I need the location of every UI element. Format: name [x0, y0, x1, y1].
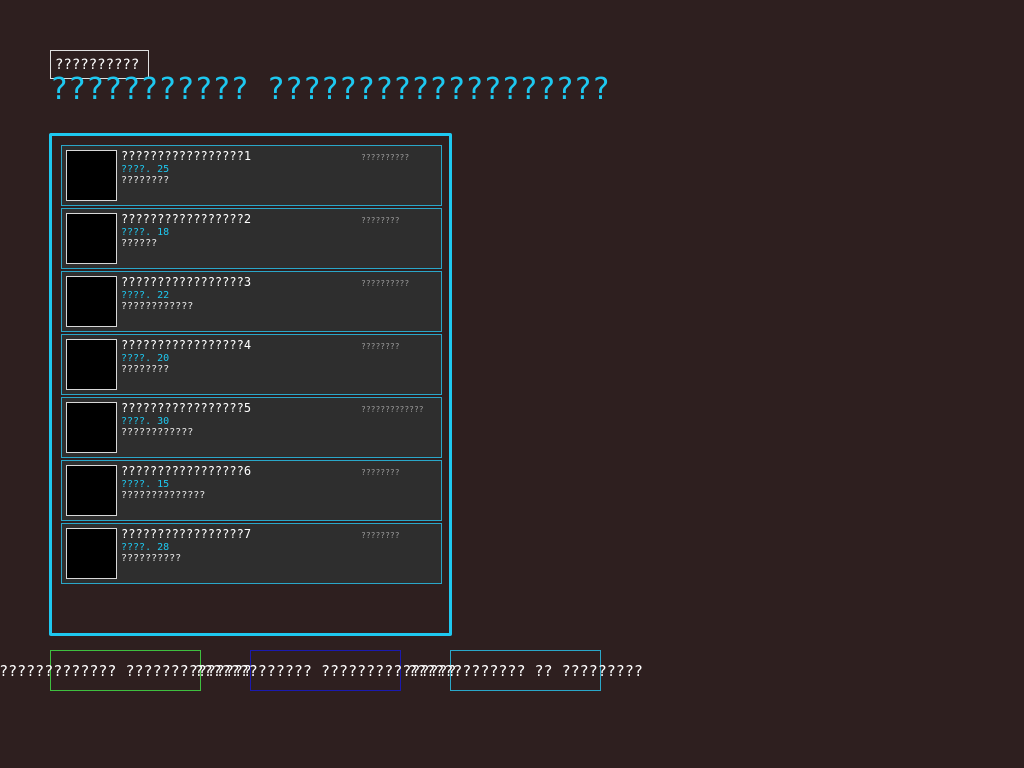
item-thumbnail [66, 528, 117, 579]
item-description: ???????? [121, 364, 170, 375]
item-thumbnail [66, 402, 117, 453]
list-item[interactable]: ?????????????????3 ????. 22 ????????????… [61, 271, 442, 332]
item-description: ???????????? [121, 301, 194, 312]
item-title: ?????????????????1 [121, 149, 252, 163]
page-title: ??????????? ??????????????????? [50, 72, 610, 107]
item-title: ?????????????????2 [121, 212, 252, 226]
item-thumbnail [66, 465, 117, 516]
item-date: ???????? [361, 342, 400, 351]
item-thumbnail [66, 150, 117, 201]
action-button-2[interactable]: ????????????? ??????????????? [195, 650, 456, 691]
item-description: ???????? [121, 175, 170, 186]
list-item[interactable]: ?????????????????5 ????. 30 ????????????… [61, 397, 442, 458]
list-item[interactable]: ?????????????????1 ????. 25 ???????? ???… [61, 145, 442, 206]
item-description: ?????????? [121, 553, 182, 564]
list-item[interactable]: ?????????????????6 ????. 15 ????????????… [61, 460, 442, 521]
item-thumbnail [66, 276, 117, 327]
item-date: ?????????? [361, 279, 410, 288]
list-item[interactable]: ?????????????????2 ????. 18 ?????? ?????… [61, 208, 442, 269]
item-thumbnail [66, 339, 117, 390]
item-title: ?????????????????5 [121, 401, 252, 415]
item-date: ?????????? [361, 153, 410, 162]
item-date: ???????? [361, 531, 400, 540]
item-title: ?????????????????6 [121, 464, 252, 478]
item-list-panel: ?????????????????1 ????. 25 ???????? ???… [49, 133, 452, 636]
item-date: ???????? [361, 216, 400, 225]
item-description: ?????? [121, 238, 158, 249]
item-date: ???????? [361, 468, 400, 477]
item-description: ?????????????? [121, 490, 206, 501]
list-item[interactable]: ?????????????????4 ????. 20 ???????? ???… [61, 334, 442, 395]
page: ?????????? ??????????? ?????????????????… [0, 0, 1024, 768]
list-item[interactable]: ?????????????????7 ????. 28 ?????????? ?… [61, 523, 442, 584]
item-date: ????????????? [361, 405, 424, 414]
action-button-3[interactable]: ????????????? ?? ????????? [408, 650, 643, 691]
item-title: ?????????????????7 [121, 527, 252, 541]
action-button-1[interactable]: ????????????? ?????????????? [0, 650, 252, 691]
item-thumbnail [66, 213, 117, 264]
item-title: ?????????????????3 [121, 275, 252, 289]
item-description: ???????????? [121, 427, 194, 438]
item-title: ?????????????????4 [121, 338, 252, 352]
